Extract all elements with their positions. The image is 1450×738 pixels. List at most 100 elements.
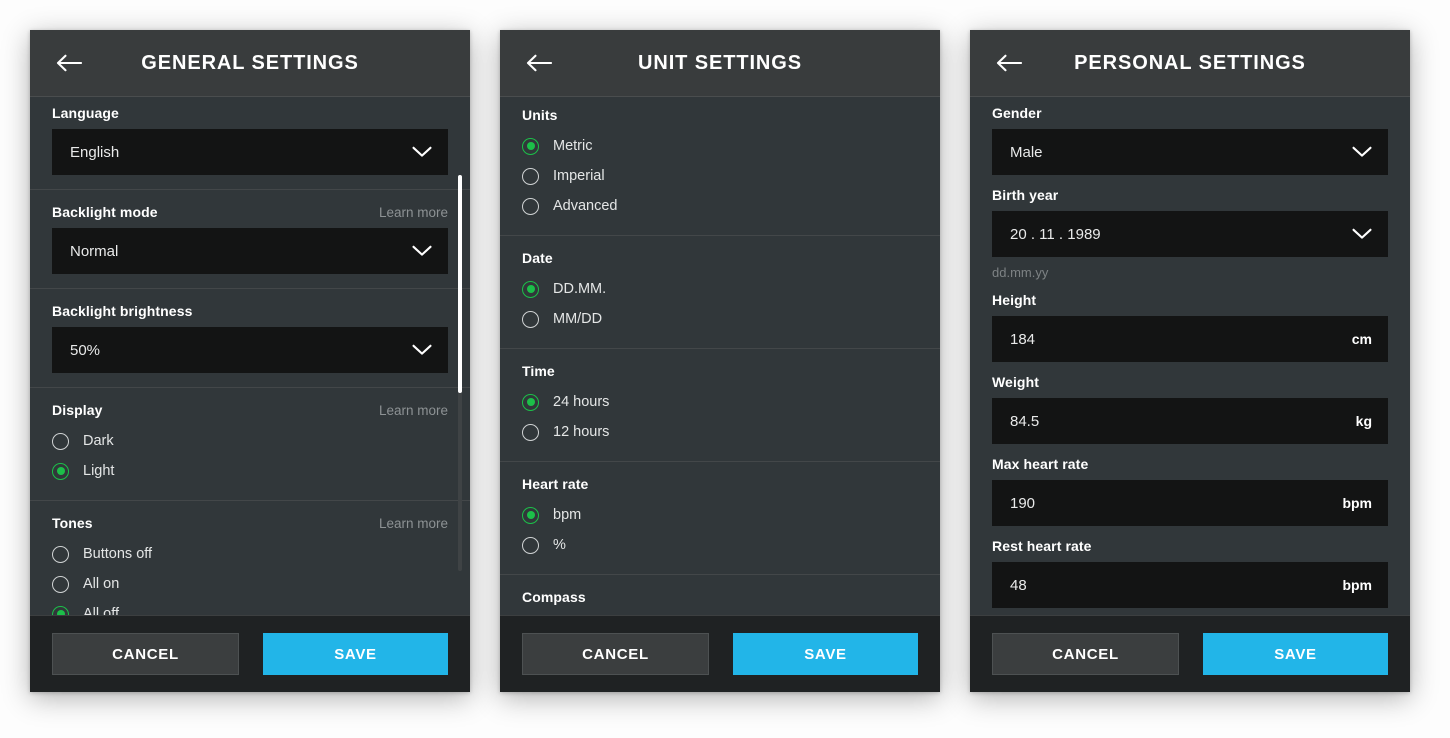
- radio-icon-selected: [522, 137, 539, 155]
- dropdown-value: 20 . 11 . 1989: [1010, 225, 1101, 243]
- max-heart-rate-input[interactable]: 190 bpm: [992, 480, 1388, 526]
- group-header: Height: [992, 292, 1388, 308]
- setting-group-activity-class: Activity class: [970, 614, 1410, 615]
- radio-icon-selected: [52, 605, 69, 615]
- setting-group-tones: Tones Learn more Buttons off All on All …: [30, 501, 470, 615]
- radio-option-ddmm[interactable]: DD.MM.: [522, 274, 918, 304]
- radio-label: Dark: [83, 433, 114, 449]
- cancel-button[interactable]: CANCEL: [522, 633, 709, 675]
- radio-label: Imperial: [553, 168, 605, 184]
- group-label: Language: [52, 105, 119, 121]
- save-button[interactable]: SAVE: [733, 633, 918, 675]
- radio-option-12-hours[interactable]: 12 hours: [522, 417, 918, 447]
- learn-more-link[interactable]: Learn more: [379, 516, 448, 531]
- scrollbar-thumb[interactable]: [458, 175, 462, 393]
- group-label: Compass: [522, 589, 586, 605]
- group-label: Time: [522, 363, 555, 379]
- input-value: 84.5: [1010, 412, 1040, 430]
- group-label: Rest heart rate: [992, 538, 1092, 554]
- save-button[interactable]: SAVE: [1203, 633, 1388, 675]
- group-label: Weight: [992, 374, 1040, 390]
- back-arrow-icon[interactable]: [522, 46, 556, 80]
- back-arrow-icon[interactable]: [52, 46, 86, 80]
- group-header: Date: [522, 250, 918, 266]
- radio-option-dark[interactable]: Dark: [52, 426, 448, 456]
- group-header: Display Learn more: [52, 402, 448, 418]
- radio-option-degrees[interactable]: Degrees: [522, 613, 918, 615]
- radio-option-metric[interactable]: Metric: [522, 131, 918, 161]
- radio-label: Buttons off: [83, 546, 153, 562]
- birth-year-dropdown[interactable]: 20 . 11 . 1989: [992, 211, 1388, 257]
- unit-label: bpm: [1342, 577, 1372, 593]
- setting-group-compass: Compass Degrees Mils: [500, 575, 940, 615]
- backlight-brightness-dropdown[interactable]: 50%: [52, 327, 448, 373]
- radio-label: Light: [83, 463, 115, 479]
- group-label: Tones: [52, 515, 93, 531]
- radio-icon-selected: [522, 506, 539, 524]
- radio-option-buttons-off[interactable]: Buttons off: [52, 539, 448, 569]
- input-value: 48: [1010, 576, 1027, 594]
- radio-option-bpm[interactable]: bpm: [522, 500, 918, 530]
- save-button[interactable]: SAVE: [263, 633, 448, 675]
- group-label: Gender: [992, 105, 1042, 121]
- back-arrow-icon[interactable]: [992, 46, 1026, 80]
- group-header: Gender: [992, 105, 1388, 121]
- radio-option-percent[interactable]: %: [522, 530, 918, 560]
- panel-header: GENERAL SETTINGS: [30, 30, 470, 97]
- panel-footer: CANCEL SAVE: [30, 615, 470, 692]
- radio-option-all-on[interactable]: All on: [52, 569, 448, 599]
- group-header: Language: [52, 105, 448, 121]
- radio-option-imperial[interactable]: Imperial: [522, 161, 918, 191]
- radio-icon: [52, 575, 69, 593]
- group-label: Heart rate: [522, 476, 589, 492]
- backlight-mode-dropdown[interactable]: Normal: [52, 228, 448, 274]
- group-header: Heart rate: [522, 476, 918, 492]
- radio-option-all-off[interactable]: All off: [52, 599, 448, 615]
- radio-label: 12 hours: [553, 424, 610, 440]
- radio-option-24-hours[interactable]: 24 hours: [522, 387, 918, 417]
- setting-group-rest-heart-rate: Rest heart rate 48 bpm: [970, 532, 1410, 614]
- group-label: Max heart rate: [992, 456, 1089, 472]
- radio-label: 24 hours: [553, 394, 610, 410]
- group-label: Height: [992, 292, 1037, 308]
- radio-label: All on: [83, 576, 120, 592]
- settings-screens-stage: GENERAL SETTINGS Language English Backli…: [0, 0, 1450, 738]
- radio-icon-selected: [52, 462, 69, 480]
- radio-icon: [52, 432, 69, 450]
- radio-icon-selected: [522, 280, 539, 298]
- group-label: Units: [522, 107, 558, 123]
- radio-icon: [522, 423, 539, 441]
- setting-group-birth-year: Birth year 20 . 11 . 1989 dd.mm.yy: [970, 181, 1410, 286]
- weight-input[interactable]: 84.5 kg: [992, 398, 1388, 444]
- setting-group-gender: Gender Male: [970, 97, 1410, 181]
- group-header: Birth year: [992, 187, 1388, 203]
- group-label: Backlight mode: [52, 204, 158, 220]
- setting-group-display: Display Learn more Dark Light: [30, 388, 470, 501]
- radio-option-mmdd[interactable]: MM/DD: [522, 304, 918, 334]
- group-header: Units: [522, 107, 918, 123]
- group-header: Compass: [522, 589, 918, 605]
- input-value: 184: [1010, 330, 1036, 348]
- settings-scroll-area[interactable]: Units Metric Imperial Advanced Date DD.M…: [500, 97, 940, 615]
- radio-icon-selected: [522, 393, 539, 411]
- radio-label: bpm: [553, 507, 582, 523]
- radio-option-advanced[interactable]: Advanced: [522, 191, 918, 221]
- birth-year-format-hint: dd.mm.yy: [992, 265, 1049, 280]
- radio-option-light[interactable]: Light: [52, 456, 448, 486]
- height-input[interactable]: 184 cm: [992, 316, 1388, 362]
- gender-dropdown[interactable]: Male: [992, 129, 1388, 175]
- cancel-button[interactable]: CANCEL: [992, 633, 1179, 675]
- setting-group-backlight-brightness: Backlight brightness 50%: [30, 289, 470, 388]
- rest-heart-rate-input[interactable]: 48 bpm: [992, 562, 1388, 608]
- group-header: Tones Learn more: [52, 515, 448, 531]
- settings-scroll-area[interactable]: Language English Backlight mode Learn mo…: [30, 97, 470, 615]
- setting-group-date: Date DD.MM. MM/DD: [500, 236, 940, 349]
- cancel-button[interactable]: CANCEL: [52, 633, 239, 675]
- learn-more-link[interactable]: Learn more: [379, 205, 448, 220]
- settings-scroll-area[interactable]: Gender Male Birth year 20 . 11 . 1989 dd…: [970, 97, 1410, 615]
- setting-group-units: Units Metric Imperial Advanced: [500, 97, 940, 236]
- page-title: PERSONAL SETTINGS: [1074, 51, 1306, 74]
- language-dropdown[interactable]: English: [52, 129, 448, 175]
- learn-more-link[interactable]: Learn more: [379, 403, 448, 418]
- panel-footer: CANCEL SAVE: [500, 615, 940, 692]
